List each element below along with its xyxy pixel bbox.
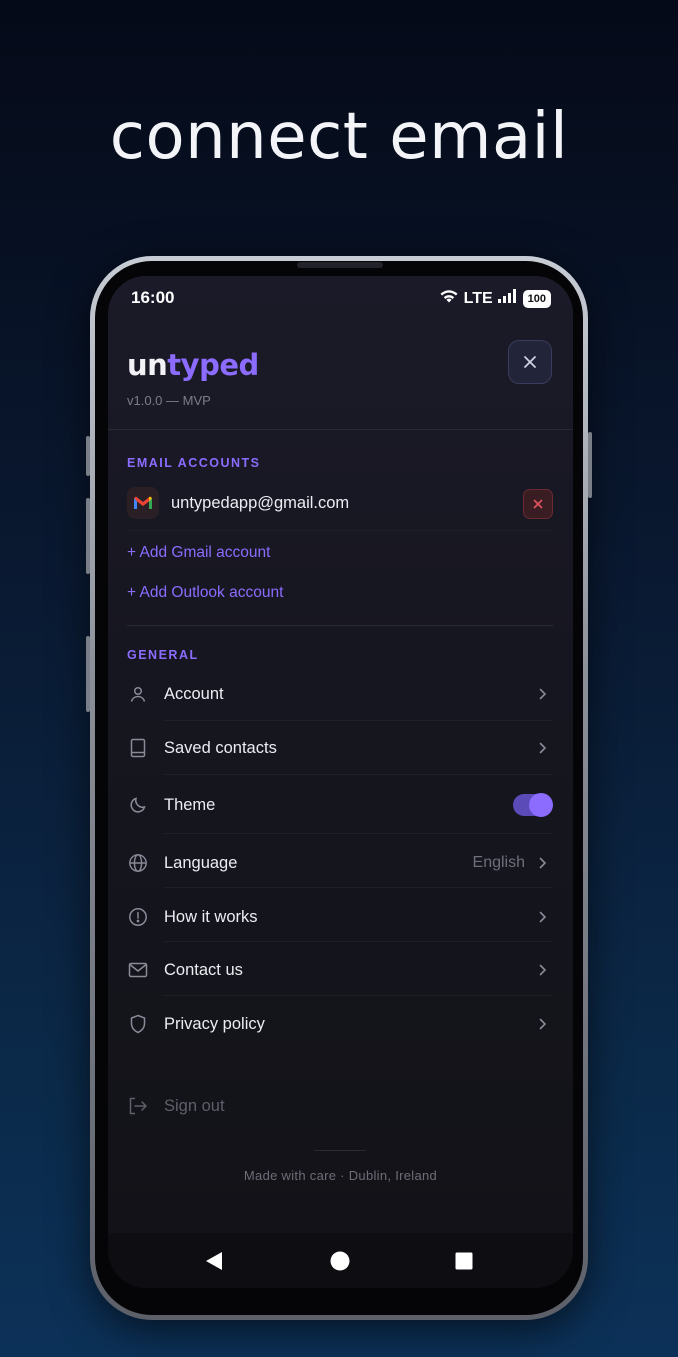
gmail-icon [127, 487, 159, 519]
add-gmail-link[interactable]: + Add Gmail account [127, 544, 270, 562]
signal-icon [497, 289, 518, 308]
toggle-knob [529, 793, 553, 817]
menu-item-language[interactable]: Language English [108, 837, 573, 889]
menu-item-contact-us[interactable]: Contact us [108, 944, 573, 996]
menu-item-saved-contacts[interactable]: Saved contacts [108, 722, 573, 774]
menu-item-how-it-works[interactable]: How it works [108, 891, 573, 943]
close-button[interactable] [508, 340, 552, 384]
sign-out-label: Sign out [164, 1096, 225, 1115]
moon-icon [127, 794, 149, 816]
phone-side-button [86, 498, 90, 574]
menu-item-label: Language [164, 853, 238, 872]
menu-item-label: Saved contacts [164, 738, 277, 757]
footer-text: Made with care · Dublin, Ireland [243, 1168, 438, 1183]
globe-icon [127, 852, 149, 874]
system-nav-bar [108, 1233, 573, 1288]
footer-divider [314, 1150, 366, 1151]
menu-item-privacy-policy[interactable]: Privacy policy [108, 998, 573, 1050]
row-divider [164, 941, 553, 942]
chevron-right-icon [539, 687, 551, 701]
menu-item-account[interactable]: Account [108, 668, 573, 720]
wifi-icon [439, 288, 459, 309]
chevron-right-icon [539, 741, 551, 755]
mail-icon [127, 959, 149, 981]
logo-part-2: typed [167, 348, 259, 382]
status-bar: 16:00 LTE 100 [108, 276, 573, 320]
email-account-row: untypedapp@gmail.com [127, 486, 553, 520]
app-screen: 16:00 LTE 100 untyped v1.0.0 — MVP EMAIL… [108, 276, 573, 1288]
status-time: 16:00 [131, 288, 175, 307]
logout-icon [127, 1095, 149, 1117]
network-label: LTE [463, 289, 493, 307]
app-logo: untyped [127, 348, 259, 382]
close-icon [524, 356, 536, 368]
chevron-right-icon [539, 910, 551, 924]
account-email: untypedapp@gmail.com [171, 493, 350, 512]
shield-icon [127, 1013, 149, 1035]
menu-item-theme[interactable]: Theme [108, 779, 573, 831]
battery-level: 100 [527, 292, 546, 305]
info-icon [127, 906, 149, 928]
row-divider [164, 995, 553, 996]
back-icon[interactable] [204, 1251, 224, 1271]
row-divider [164, 720, 553, 721]
menu-item-label: Privacy policy [164, 1014, 265, 1033]
page-headline: connect email [109, 100, 569, 174]
header-divider [108, 429, 573, 430]
theme-toggle[interactable] [513, 793, 553, 817]
menu-item-label: How it works [164, 907, 258, 926]
phone-power-button [588, 432, 592, 498]
recents-icon[interactable] [455, 1252, 473, 1270]
section-general: GENERAL [127, 648, 199, 662]
row-divider [164, 833, 553, 834]
app-version: v1.0.0 — MVP [127, 393, 211, 408]
row-divider [127, 530, 553, 531]
section-email-accounts: EMAIL ACCOUNTS [127, 456, 261, 470]
battery-icon: 100 [522, 289, 551, 308]
chevron-right-icon [539, 1017, 551, 1031]
row-divider [164, 774, 553, 775]
phone-side-button [86, 436, 90, 476]
phone-speaker [297, 262, 383, 268]
remove-account-button[interactable] [523, 489, 553, 519]
home-icon[interactable] [330, 1251, 350, 1271]
menu-item-label: Contact us [164, 960, 243, 979]
phone-side-button [86, 636, 90, 712]
user-icon [127, 683, 149, 705]
chevron-right-icon [539, 856, 551, 870]
section-divider [127, 625, 553, 626]
sign-out-button[interactable]: Sign out [108, 1080, 573, 1132]
close-icon [533, 499, 543, 509]
chevron-right-icon [539, 963, 551, 977]
menu-item-label: Account [164, 684, 224, 703]
language-value: English [472, 854, 525, 871]
menu-item-label: Theme [164, 795, 216, 814]
add-outlook-link[interactable]: + Add Outlook account [127, 584, 283, 602]
logo-part-1: un [127, 348, 168, 382]
row-divider [164, 887, 553, 888]
book-icon [127, 737, 149, 759]
status-icons: LTE 100 [439, 288, 551, 309]
